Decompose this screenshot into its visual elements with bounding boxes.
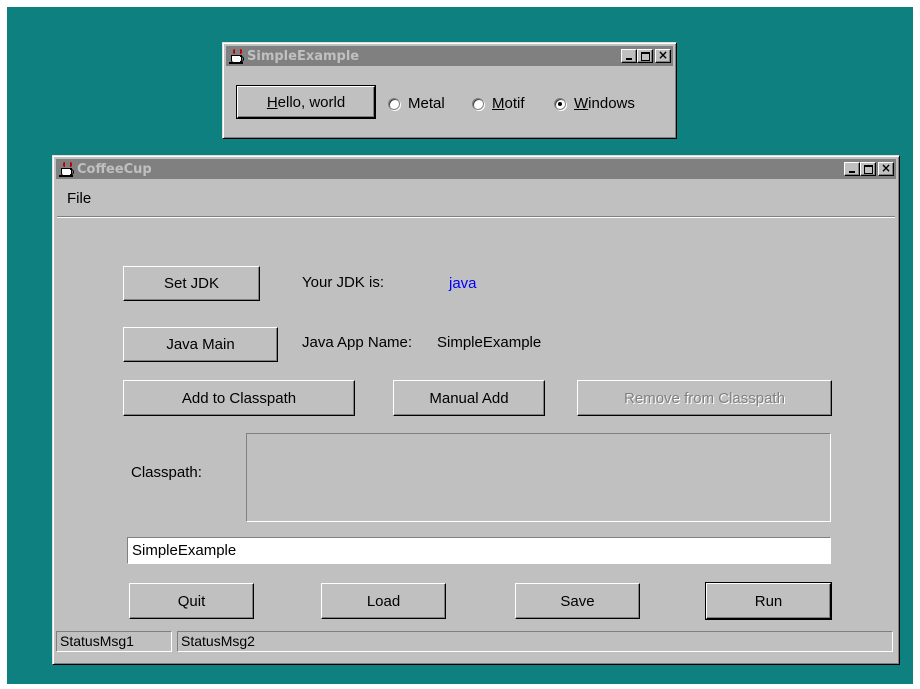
jdk-label: Your JDK is: [302,274,384,291]
radio-label: Metal [408,95,445,112]
menu-file[interactable]: File [67,190,91,207]
radio-circle-icon [472,97,484,110]
remove-from-classpath-button: Remove from Classpath [577,380,832,416]
run-button[interactable]: Run [705,582,832,620]
window-title: SimpleExample [247,48,360,64]
save-button[interactable]: Save [515,583,640,619]
radio-label: Windows [574,95,635,112]
radio-metal[interactable]: Metal [388,95,445,112]
close-icon[interactable]: × [655,48,671,63]
radio-motif[interactable]: Motif [472,95,525,112]
status-msg1: StatusMsg1 [56,631,172,652]
simpleexample-window: SimpleExample × Hello, world Metal Motif… [222,42,677,139]
app-name-value: SimpleExample [437,334,542,351]
add-to-classpath-button[interactable]: Add to Classpath [123,380,355,416]
manual-add-button[interactable]: Manual Add [393,380,545,416]
menu-separator [57,216,895,218]
coffeecup-titlebar[interactable]: CoffeeCup × [56,159,896,179]
maximize-icon[interactable] [860,162,876,176]
radio-label: Motif [492,95,525,112]
maximize-icon[interactable] [637,49,653,63]
app-name-input-value: SimpleExample [132,542,237,559]
set-jdk-button[interactable]: Set JDK [123,266,260,301]
app-name-label: Java App Name: [302,334,413,351]
close-icon[interactable]: × [878,161,894,176]
minimize-icon[interactable] [621,49,637,63]
coffeecup-window: CoffeeCup × File Set JDK Your JDK is: ja… [52,155,900,665]
minimize-icon[interactable] [844,162,860,176]
radio-circle-icon [388,97,400,110]
java-coffee-cup-icon [58,161,74,177]
radio-checked-icon [554,97,566,110]
radio-windows[interactable]: Windows [554,95,635,112]
quit-button[interactable]: Quit [129,583,254,619]
simpleexample-titlebar[interactable]: SimpleExample × [226,46,673,66]
load-button[interactable]: Load [321,583,446,619]
window-title: CoffeeCup [77,161,152,177]
java-main-button[interactable]: Java Main [123,327,278,362]
classpath-label: Classpath: [131,464,202,481]
classpath-list[interactable] [246,433,831,522]
status-msg2: StatusMsg2 [177,631,893,652]
hello-world-button[interactable]: Hello, world [236,85,376,119]
jdk-value: java [449,275,477,292]
java-coffee-cup-icon [228,48,244,64]
app-name-input[interactable]: SimpleExample [127,537,831,564]
